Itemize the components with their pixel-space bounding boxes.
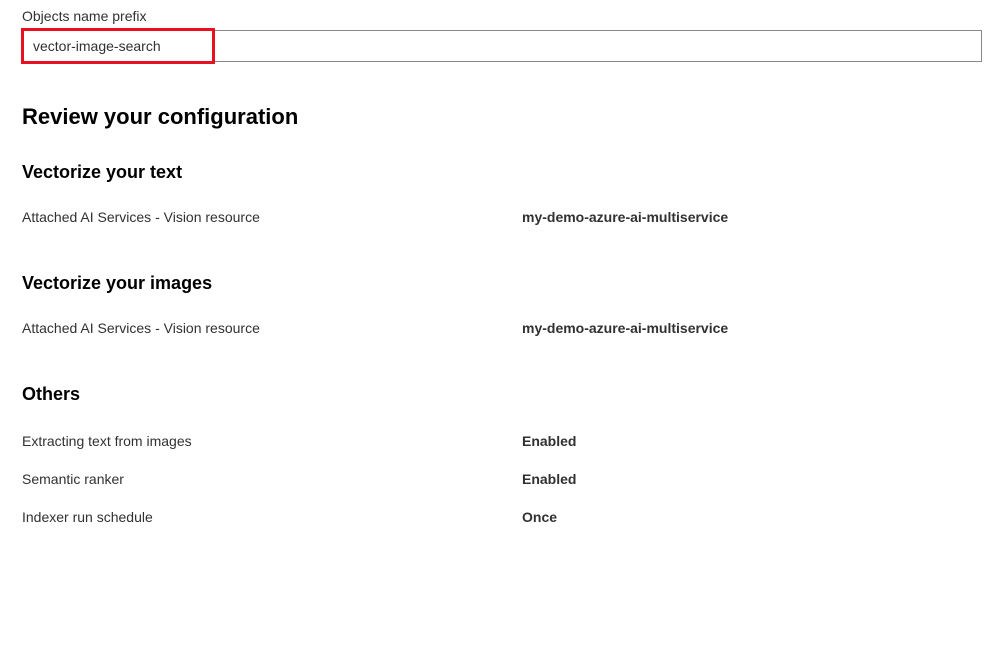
config-value: Once bbox=[522, 509, 557, 525]
others-heading: Others bbox=[22, 384, 986, 405]
config-row: Semantic ranker Enabled bbox=[22, 471, 986, 487]
vectorize-text-section: Vectorize your text Attached AI Services… bbox=[22, 162, 986, 225]
others-section: Others Extracting text from images Enabl… bbox=[22, 384, 986, 525]
config-label: Attached AI Services - Vision resource bbox=[22, 320, 522, 336]
config-value: Enabled bbox=[522, 471, 576, 487]
config-row: Attached AI Services - Vision resource m… bbox=[22, 320, 986, 336]
config-value: Enabled bbox=[522, 433, 576, 449]
config-row: Attached AI Services - Vision resource m… bbox=[22, 209, 986, 225]
config-label: Semantic ranker bbox=[22, 471, 522, 487]
objects-name-prefix-input[interactable] bbox=[22, 30, 982, 62]
config-row: Indexer run schedule Once bbox=[22, 509, 986, 525]
config-label: Indexer run schedule bbox=[22, 509, 522, 525]
objects-name-prefix-input-wrapper bbox=[22, 30, 986, 62]
config-value: my-demo-azure-ai-multiservice bbox=[522, 320, 728, 336]
config-label: Extracting text from images bbox=[22, 433, 522, 449]
config-row: Extracting text from images Enabled bbox=[22, 433, 986, 449]
config-value: my-demo-azure-ai-multiservice bbox=[522, 209, 728, 225]
review-configuration-heading: Review your configuration bbox=[22, 104, 986, 130]
objects-name-prefix-label: Objects name prefix bbox=[22, 8, 986, 24]
vectorize-text-heading: Vectorize your text bbox=[22, 162, 986, 183]
vectorize-images-section: Vectorize your images Attached AI Servic… bbox=[22, 273, 986, 336]
vectorize-images-heading: Vectorize your images bbox=[22, 273, 986, 294]
config-label: Attached AI Services - Vision resource bbox=[22, 209, 522, 225]
